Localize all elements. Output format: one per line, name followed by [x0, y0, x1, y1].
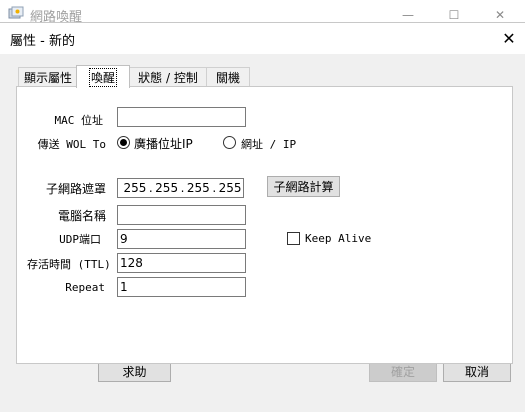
computer-name-input[interactable]	[117, 205, 246, 225]
repeat-label: Repeat	[65, 281, 105, 294]
help-label: 求助	[122, 365, 147, 379]
subnet-octet[interactable]: 255	[217, 179, 243, 197]
radio-broadcast[interactable]	[117, 136, 130, 149]
maximize-icon: ☐	[448, 8, 460, 22]
close-icon: ✕	[494, 8, 506, 22]
tab-label: 喚醒	[88, 67, 118, 87]
subnet-mask-input[interactable]: 255. 255. 255. 255	[117, 178, 244, 198]
ttl-input[interactable]: 128	[117, 253, 246, 273]
help-button[interactable]: 求助	[98, 361, 171, 382]
properties-dialog: 屬性 - 新的 ✕ 顯示屬性 喚醒 狀態 / 控制 關機 MAC 位址 傳送 W…	[0, 22, 525, 412]
wol-to-label: 傳送 WOL To	[37, 138, 106, 151]
close-icon: ✕	[502, 28, 516, 48]
subnet-octet[interactable]: 255	[154, 179, 180, 197]
udp-port-input[interactable]: 9	[117, 229, 246, 249]
subnet-octet[interactable]: 255	[185, 179, 211, 197]
subnet-calc-button[interactable]: 子網路計算	[267, 176, 340, 197]
tab-status-control[interactable]: 狀態 / 控制	[128, 67, 208, 87]
udp-port-label: UDP端口	[59, 233, 101, 246]
dialog-titlebar: 屬性 - 新的 ✕	[0, 23, 525, 54]
ok-label: 確定	[390, 365, 415, 379]
dialog-title: 屬性 - 新的	[10, 34, 75, 49]
tab-label: 關機	[215, 71, 240, 85]
mac-label: MAC 位址	[54, 114, 104, 127]
radio-broadcast-label: 廣播位址IP	[134, 137, 193, 151]
radio-selected-dot	[120, 139, 127, 146]
app-icon	[8, 6, 24, 19]
computer-name-label: 電腦名稱	[57, 209, 106, 223]
keep-alive-label: Keep Alive	[305, 232, 372, 245]
subnet-calc-label: 子網路計算	[273, 180, 334, 194]
minimize-icon: —	[402, 8, 414, 22]
repeat-input[interactable]: 1	[117, 277, 246, 297]
cancel-label: 取消	[464, 365, 489, 379]
ttl-label: 存活時間 (TTL)	[27, 258, 111, 271]
cancel-button[interactable]: 取消	[443, 361, 511, 382]
keep-alive-checkbox[interactable]	[287, 232, 300, 245]
tab-wake[interactable]: 喚醒	[76, 65, 130, 88]
mac-address-input[interactable]	[117, 107, 246, 127]
tab-label: 狀態 / 控制	[138, 71, 198, 85]
radio-ip[interactable]	[223, 136, 236, 149]
ok-button[interactable]: 確定	[369, 361, 437, 382]
tab-label: 顯示屬性	[23, 71, 72, 85]
tab-shutdown[interactable]: 關機	[206, 67, 250, 87]
subnet-octet[interactable]: 255	[122, 179, 148, 197]
radio-ip-label: 網址 / IP	[241, 138, 297, 151]
subnet-label: 子網路遮罩	[45, 182, 106, 196]
wake-tab-panel: MAC 位址 傳送 WOL To 廣播位址IP 網址 / IP 子網路遮罩 25…	[16, 86, 513, 364]
dialog-close-button[interactable]: ✕	[497, 27, 521, 49]
tab-display-properties[interactable]: 顯示屬性	[18, 67, 78, 87]
